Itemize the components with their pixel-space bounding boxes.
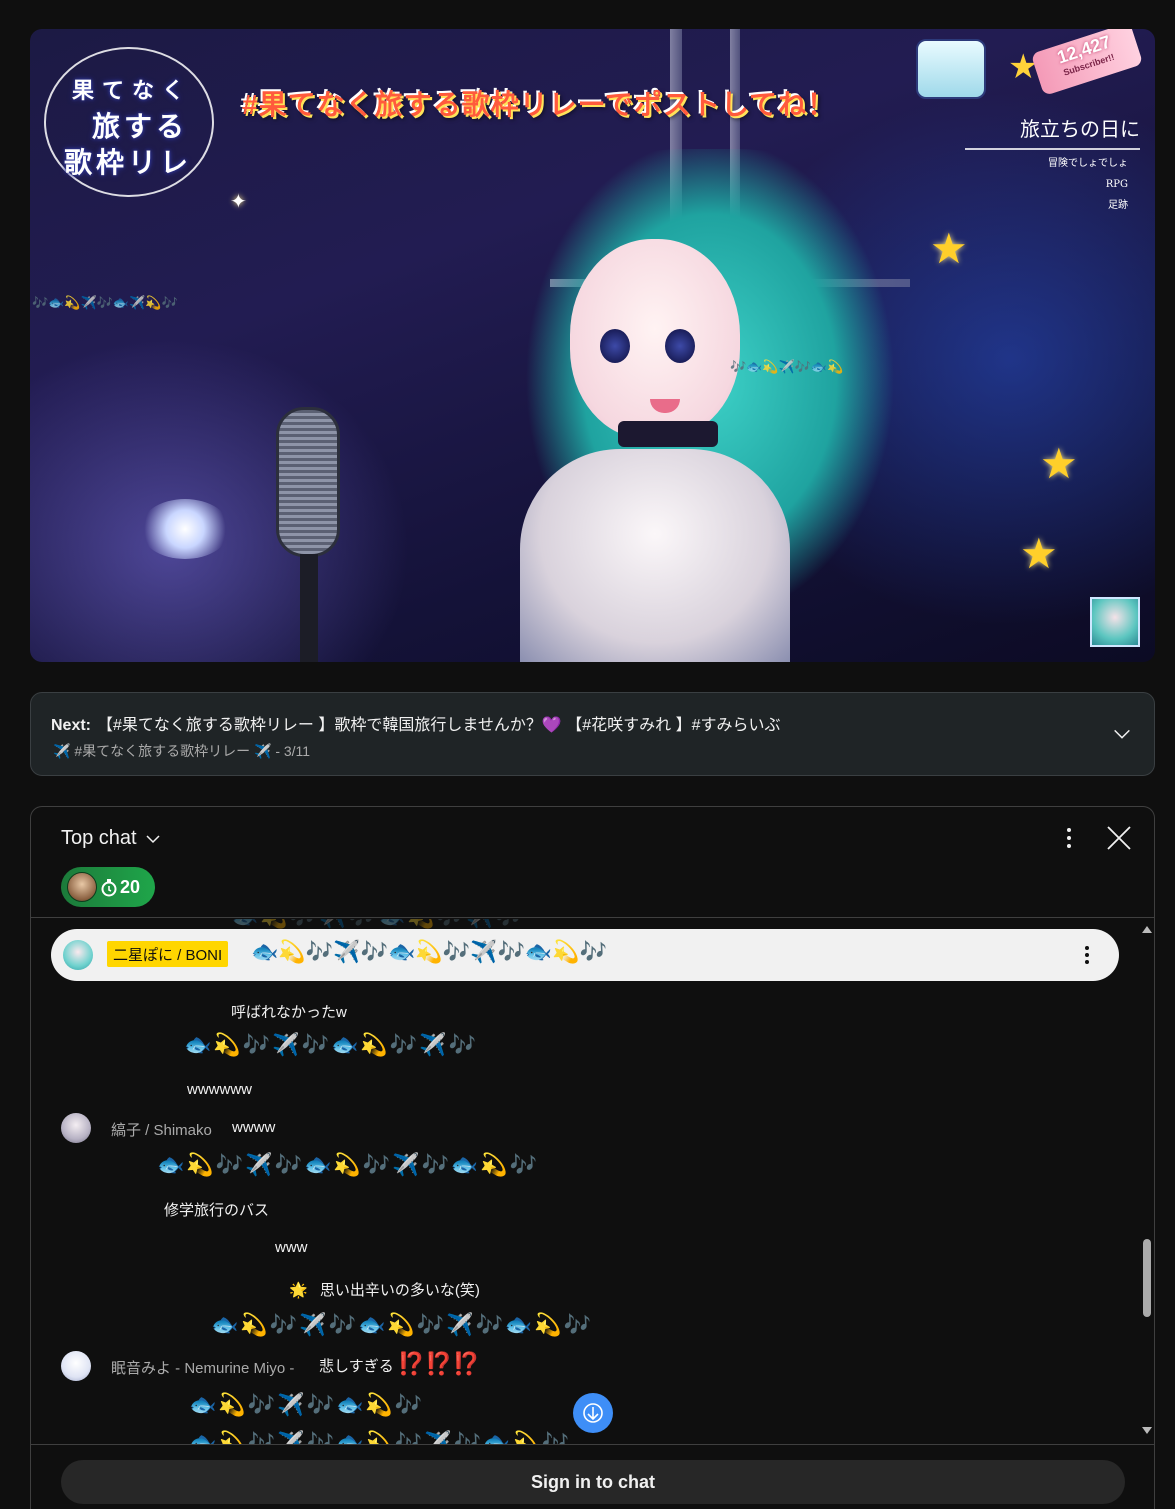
chat-scrollbar[interactable] xyxy=(1139,919,1154,1444)
current-song-title: 旅立ちの日に xyxy=(965,113,1140,150)
stage-spotlight xyxy=(140,499,230,559)
avatar-choker xyxy=(618,421,718,447)
avatar-mouth xyxy=(650,399,680,413)
scroll-to-bottom-button[interactable] xyxy=(573,1393,613,1433)
setlist: 冒険でしょでしょ RPG 足跡 xyxy=(965,153,1128,216)
avatar-thumbnail xyxy=(1090,597,1140,647)
avatar[interactable] xyxy=(61,1113,91,1143)
chat-message: 🐟💫🎶✈️🎶🐟💫🎶✈️🎶🐟💫🎶 xyxy=(189,1431,572,1444)
avatar[interactable] xyxy=(61,1351,91,1381)
avatar-face xyxy=(570,239,740,439)
relay-logo-line: 歌枠リレ xyxy=(64,146,193,179)
chat-footer: Sign in to chat xyxy=(31,1444,1154,1509)
next-video-title: Next: 【#果てなく旅する歌枠リレー 】歌枠で韓国旅行しませんか？💜 【#花咲… xyxy=(51,711,781,735)
avatar xyxy=(67,872,97,902)
setlist-item: RPG xyxy=(1105,179,1128,190)
chat-message: 🐟💫🎶✈️🎶🐟💫🎶✈️🎶🐟💫🎶 xyxy=(157,1153,540,1178)
chat-message: wwwwww xyxy=(187,1081,252,1098)
video-player[interactable]: 果てなく 旅する 歌枠リレ #果てなく旅する歌枠リレーでポストしてね！ ★ 12… xyxy=(30,29,1155,662)
arrow-down-icon xyxy=(583,1403,603,1423)
pinned-message[interactable]: 二星ぽに / BONI 🐟💫🎶✈️🎶🐟💫🎶✈️🎶🐟💫🎶 xyxy=(51,929,1119,981)
chat-message: 修学旅行のバス xyxy=(164,1202,270,1219)
sparkle-icon: ✦ xyxy=(230,191,247,213)
chat-message: 呼ばれなかったw xyxy=(231,1004,347,1021)
avatar-eye xyxy=(600,329,630,363)
next-label: Next: xyxy=(51,717,92,734)
chat-mode-selector[interactable]: Top chat xyxy=(61,827,137,850)
sign-in-to-chat-button[interactable]: Sign in to chat xyxy=(61,1460,1125,1504)
danmaku-comment: 🎶🐟💫✈️🎶🐟💫 xyxy=(730,359,844,374)
chat-message: 🐟💫🎶✈️🎶🐟💫🎶✈️🎶 xyxy=(184,1033,478,1058)
scrollbar-thumb[interactable] xyxy=(1143,1239,1151,1317)
setlist-item: 冒険でしょでしょ xyxy=(1048,158,1128,169)
author-name[interactable]: 眠音みよ - Nemurine Miyo - xyxy=(111,1357,294,1378)
chevron-down-icon[interactable] xyxy=(1111,723,1133,745)
chat-message: www xyxy=(275,1239,308,1256)
chat-message: 悲しすぎる ⁉️⁉️⁉️ xyxy=(319,1351,480,1377)
vtuber-avatar xyxy=(450,149,970,662)
scroll-up-icon[interactable] xyxy=(1142,925,1152,933)
chat-header: Top chat 20 xyxy=(31,807,1154,918)
chat-message: 🌟 思い出辛いの多いな(笑) xyxy=(289,1279,480,1300)
more-vert-icon[interactable] xyxy=(1055,824,1083,852)
avatar-eye xyxy=(665,329,695,363)
hashtag-banner: #果てなく旅する歌枠リレーでポストしてね！ xyxy=(242,89,837,120)
next-title-text: 【#果てなく旅する歌枠リレー 】歌枠で韓国旅行しませんか？💜 【#花咲すみれ 】… xyxy=(97,717,781,734)
playlist-next-bar[interactable]: Next: 【#果てなく旅する歌枠リレー 】歌枠で韓国旅行しませんか？💜 【#花咲… xyxy=(30,692,1155,776)
chat-message: 🐟💫🎶✈️🎶🐟💫🎶✈️🎶🐟💫🎶 xyxy=(211,1313,594,1338)
gift-ticker[interactable]: 20 xyxy=(61,867,155,907)
setlist-item: 足跡 xyxy=(1108,200,1128,211)
playlist-info: ✈️ #果てなく旅する歌枠リレー ✈️ - 3/11 xyxy=(53,743,311,759)
danmaku-comment: 🎶🐟💫✈️🎶🐟✈️💫🎶 xyxy=(32,295,178,310)
owner-badge-name: 二星ぽに / BONI xyxy=(107,941,229,967)
scroll-down-icon[interactable] xyxy=(1142,1427,1152,1435)
relay-logo-line: 旅する xyxy=(92,110,189,143)
channel-logo xyxy=(916,39,986,99)
microphone-stand xyxy=(300,554,318,662)
subscriber-counter: 12,427 Subscriber!! xyxy=(1030,29,1144,96)
exclamation-question-icon: ⁉️⁉️⁉️ xyxy=(397,1351,481,1376)
chat-message-list[interactable]: 🐟💫🎶✈️🎶🐟💫🎶✈️🎶 二星ぽに / BONI 🐟💫🎶✈️🎶🐟💫🎶✈️🎶🐟💫🎶… xyxy=(31,919,1154,1444)
gift-count: 20 xyxy=(120,877,141,897)
live-chat-panel: Top chat 20 🐟💫🎶✈️🎶🐟💫🎶✈️🎶 二星ぽに / BONI xyxy=(30,806,1155,1509)
avatar-body xyxy=(520,449,790,662)
pinned-message-text: 🐟💫🎶✈️🎶🐟💫🎶✈️🎶🐟💫🎶 xyxy=(251,940,608,965)
chat-message: wwww xyxy=(232,1119,276,1136)
chat-message: 🐟💫🎶✈️🎶🐟💫🎶 xyxy=(189,1393,425,1418)
author-name[interactable]: 縞子 / Shimako xyxy=(111,1119,212,1140)
star-icon: ★ xyxy=(1040,440,1078,487)
shooting-star-icon: 🌟 xyxy=(289,1282,308,1299)
microphone xyxy=(276,407,340,557)
close-icon[interactable] xyxy=(1105,824,1133,852)
chat-message-text: 思い出辛いの多いな(笑) xyxy=(319,1282,480,1299)
avatar xyxy=(63,940,93,970)
gift-icon xyxy=(101,879,117,897)
star-icon: ★ xyxy=(930,225,968,272)
chevron-down-icon[interactable] xyxy=(145,831,161,847)
more-vert-icon[interactable] xyxy=(1075,943,1099,967)
star-icon: ★ xyxy=(1020,530,1058,577)
relay-logo-line: 果てなく xyxy=(72,78,193,104)
chat-message-text: 悲しすぎる xyxy=(319,1358,394,1375)
